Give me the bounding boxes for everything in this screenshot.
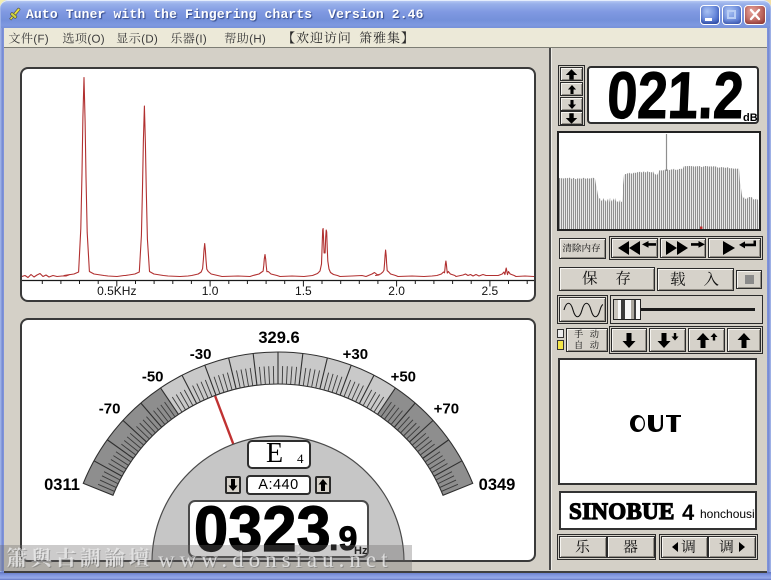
svg-text:-70: -70 <box>99 400 121 417</box>
svg-text:1.5: 1.5 <box>295 284 312 298</box>
svg-text:2.5: 2.5 <box>482 284 499 298</box>
svg-text:0.5KHz: 0.5KHz <box>97 284 136 298</box>
svg-text:0311: 0311 <box>44 476 80 494</box>
svg-text:+50: +50 <box>391 368 416 385</box>
svg-text:1.0: 1.0 <box>202 284 219 298</box>
svg-text:+30: +30 <box>343 346 368 363</box>
svg-text:-30: -30 <box>190 346 212 363</box>
svg-text:2.0: 2.0 <box>388 284 405 298</box>
svg-text:+70: +70 <box>434 400 459 417</box>
svg-text:329.6: 329.6 <box>258 329 299 347</box>
svg-text:0349: 0349 <box>479 476 516 494</box>
svg-text:-50: -50 <box>142 368 164 385</box>
